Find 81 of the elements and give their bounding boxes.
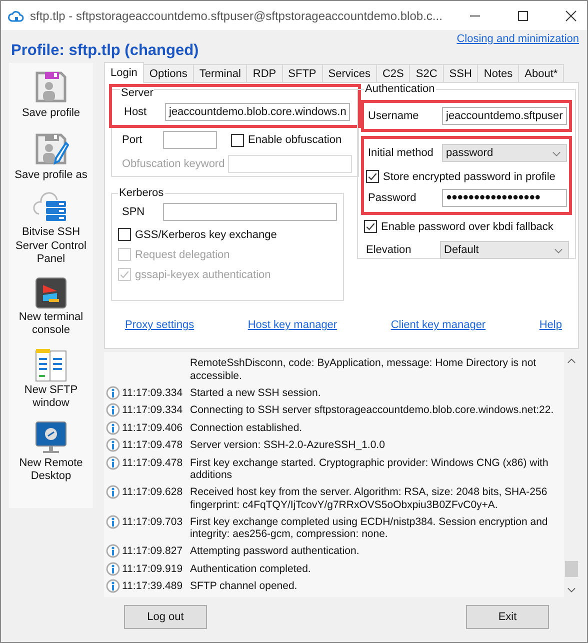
field-label: Elevation	[365, 244, 412, 256]
logout-button[interactable]: Log out	[124, 605, 207, 629]
scroll-thumb[interactable]	[565, 561, 578, 577]
log-message: RemoteSshDisconn, code: ByApplication, message: Home Directory is not accessible.	[190, 357, 538, 382]
input-field[interactable]	[163, 131, 217, 149]
input-field[interactable]: jeaccountdemo.sftpuser	[442, 107, 567, 125]
floppy-icon	[33, 69, 69, 105]
link[interactable]: Help	[539, 319, 562, 331]
checkbox-label: Enable password over kbdi fallback	[381, 220, 554, 232]
group-title: Kerberos	[118, 187, 165, 199]
checkbox[interactable]	[118, 228, 131, 241]
checkbox-label: Request delegation	[135, 248, 230, 260]
log-time: 11:17:09.334	[121, 386, 184, 399]
link[interactable]: Host key manager	[248, 319, 338, 331]
log-message: Attempting password authentication.	[190, 545, 360, 558]
field-label: Obfuscation keyword	[121, 158, 224, 170]
tab[interactable]: About*	[518, 64, 564, 82]
log-message: Connecting to SSH server sftpstorageaccountdemo.blob.core.windows.net:22.	[190, 404, 555, 416]
field-label: Port	[121, 134, 144, 146]
tab[interactable]: Login	[104, 62, 144, 83]
maximize-icon[interactable]	[517, 10, 529, 22]
closing-link[interactable]: Closing and minimization	[456, 33, 579, 45]
sidebar-item[interactable]: New terminal console	[9, 276, 93, 338]
field-label: Password	[367, 192, 418, 204]
sidebar-item[interactable]: New Remote Desktop	[9, 420, 93, 484]
group-title: Server	[120, 87, 154, 99]
log-time: 11:17:09.478	[121, 456, 184, 469]
file-panels-icon	[35, 348, 67, 382]
terminal-icon	[35, 276, 67, 308]
log-time: 11:17:09.478	[121, 439, 184, 452]
field-label: SPN	[121, 206, 146, 218]
field-label: Username	[367, 110, 420, 122]
link[interactable]: Proxy settings	[125, 319, 194, 331]
checkbox[interactable]	[231, 134, 244, 146]
sidebar-item[interactable]: Save profile	[9, 69, 93, 120]
caret-icon	[554, 248, 563, 254]
log-time: 11:17:09.919	[121, 562, 184, 575]
checkbox[interactable]	[366, 170, 379, 183]
group-title: Authentication	[364, 83, 436, 95]
caret-icon	[552, 151, 561, 157]
cloud-icon	[8, 8, 24, 22]
dropdown[interactable]: Default	[440, 241, 569, 259]
input-field[interactable]	[228, 155, 352, 173]
field-label: Host	[123, 106, 148, 118]
cloud-server-icon	[33, 192, 69, 224]
exit-button[interactable]: Exit	[466, 605, 549, 629]
checkbox-label: Enable obfuscation	[248, 134, 342, 146]
profile-title: Profile: sftp.tlp (changed)	[11, 42, 199, 60]
input-field[interactable]	[163, 203, 337, 221]
log-time: 11:17:09.406	[121, 422, 184, 434]
log-time: 11:17:39.489	[121, 580, 184, 592]
log-time: 11:17:09.334	[121, 404, 184, 416]
log-message: Authentication completed.	[190, 562, 312, 575]
close-icon[interactable]	[565, 10, 577, 22]
checkbox-label: gssapi-keyex authentication	[135, 268, 271, 280]
log-message: First key exchange completed using ECDH/nistp384. Session encryption and integrity: aes256-gcm, compression: none.	[190, 516, 549, 540]
scroll-down-icon[interactable]	[567, 587, 576, 593]
checkbox-label: GSS/Kerberos key exchange	[135, 228, 277, 240]
dropdown[interactable]: password	[442, 144, 567, 162]
tab[interactable]: Options	[142, 64, 194, 82]
field-label: Initial method	[367, 147, 434, 159]
log-time: 11:17:09.827	[121, 545, 184, 558]
log-message: Started a new SSH session.	[190, 386, 322, 399]
log-message: First key exchange started. Cryptographic provider: Windows CNG (x86) with additions	[190, 456, 550, 482]
log-message: Server version: SSH-2.0-AzureSSH_1.0.0	[190, 439, 386, 452]
input-field[interactable]: jeaccountdemo.blob.core.windows.n	[165, 103, 350, 121]
log-message: SFTP channel opened.	[190, 580, 298, 592]
log-time: 11:17:09.628	[121, 486, 184, 498]
monitor-icon	[35, 420, 67, 454]
scroll-up-icon[interactable]	[567, 358, 576, 364]
link[interactable]: Client key manager	[390, 319, 486, 331]
checkbox[interactable]	[364, 220, 377, 233]
sidebar-item[interactable]: Bitvise SSH Server Control Panel	[9, 192, 93, 266]
checkbox-label: Store encrypted password in profile	[383, 170, 556, 182]
log-message: Received host key from the server. Algorithm: RSA, size: 2048 bits, SHA-256 fingerprint: c4FqTQY/IjTcovY/g7RRxOVS5oObxpiu3B0ZFvC0y+A.	[190, 486, 548, 511]
log-time: 11:17:09.703	[121, 516, 184, 528]
sidebar-item[interactable]: New SFTP window	[9, 348, 93, 410]
sidebar-item[interactable]: Save profile as	[9, 130, 93, 182]
window-title: sftp.tlp - sftpstorageaccountdemo.sftpuser@sftpstorageaccountdemo.blob.c...	[30, 8, 444, 22]
password-field[interactable]: ●●●●●●●●●●●●●●●●●	[442, 189, 567, 207]
log-message: Connection established.	[190, 422, 304, 434]
